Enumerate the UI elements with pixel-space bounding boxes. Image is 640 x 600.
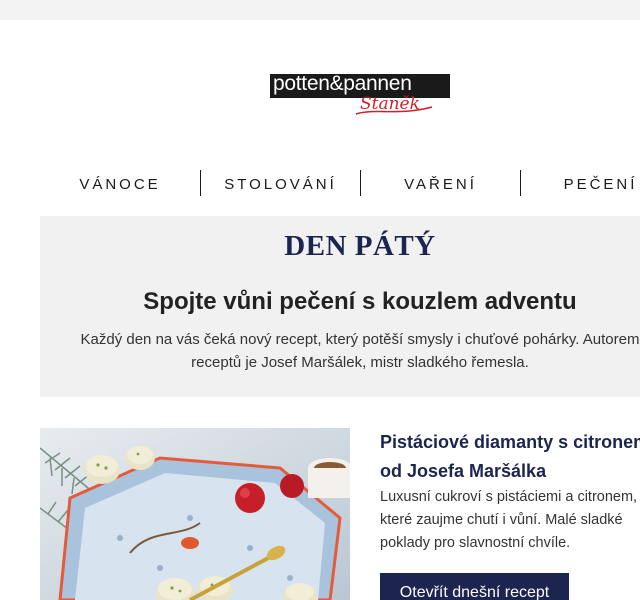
nav-item-vanoce[interactable]: VÁNOCE bbox=[40, 170, 200, 198]
logo-wordmark: potten&pannen bbox=[273, 72, 412, 95]
main-navigation: VÁNOCE STOLOVÁNÍ VAŘENÍ PEČENÍ bbox=[40, 170, 640, 198]
recipe-title-line: Pistáciové diamanty s citronem bbox=[380, 432, 640, 452]
newsletter-page: potten&pannen Staněk VÁNOCE STOLOVÁNÍ VA… bbox=[0, 20, 640, 600]
open-recipe-button[interactable]: Otevřít dnešní recept bbox=[380, 573, 569, 600]
advent-day-heading: DEN PÁTÝ bbox=[284, 230, 436, 262]
recipe-title-line: od Josefa Maršálka bbox=[380, 461, 547, 481]
signature-swash-icon bbox=[355, 106, 433, 115]
recipe-title[interactable]: Pistáciové diamanty s citronem od Josefa… bbox=[380, 428, 640, 486]
recipe-desc-line: Luxusní cukroví s pistáciemi a citronem, bbox=[380, 489, 638, 505]
intro-text: Každý den na vás čeká nový recept, který… bbox=[60, 328, 640, 374]
recipe-photo[interactable] bbox=[40, 428, 350, 600]
recipe-photo-illustration bbox=[40, 428, 350, 600]
recipe-desc-line: poklady pro slavnostní chvíle. bbox=[380, 535, 571, 551]
nav-item-vareni[interactable]: VAŘENÍ bbox=[361, 170, 520, 198]
logo-signature: Staněk bbox=[355, 94, 433, 115]
recipe-description: Luxusní cukroví s pistáciemi a citronem,… bbox=[380, 486, 640, 555]
nav-item-stolovani[interactable]: STOLOVÁNÍ bbox=[201, 170, 360, 198]
recipe-desc-line: které zaujme chutí i vůní. Malé sladké bbox=[380, 512, 623, 528]
intro-text-line: receptů je Josef Maršálek, mistr sladkéh… bbox=[191, 354, 529, 371]
nav-item-peceni[interactable]: PEČENÍ bbox=[521, 170, 640, 198]
advent-intro-panel: DEN PÁTÝ Spojte vůni pečení s kouzlem ad… bbox=[40, 216, 640, 397]
intro-title: Spojte vůni pečení s kouzlem adventu bbox=[143, 288, 577, 315]
brand-logo[interactable]: potten&pannen Staněk bbox=[270, 72, 452, 134]
intro-text-line: Každý den na vás čeká nový recept, který… bbox=[80, 331, 640, 348]
